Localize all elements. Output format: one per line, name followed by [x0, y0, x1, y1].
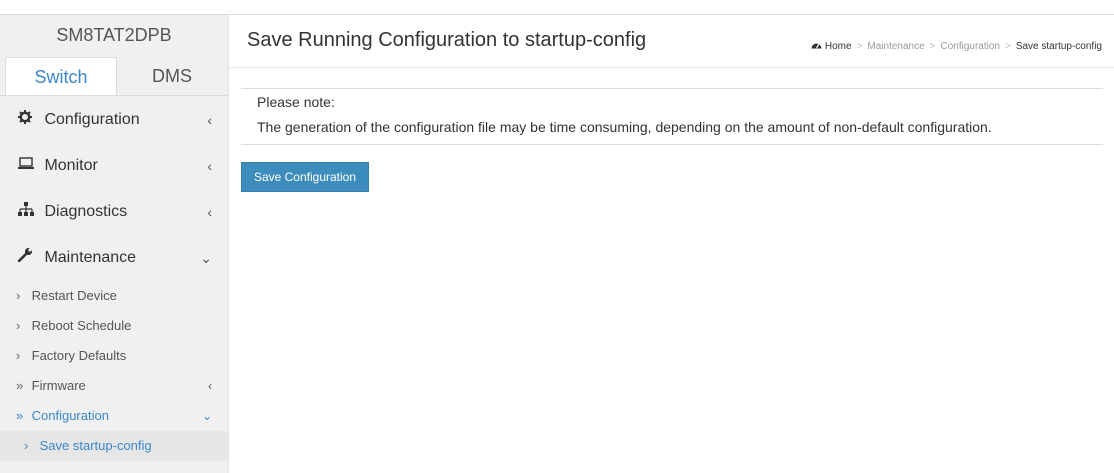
submenu-item-label: Firmware	[31, 378, 86, 393]
save-configuration-button[interactable]: Save Configuration	[241, 162, 369, 192]
submenu-item-reboot-schedule[interactable]: › Reboot Schedule	[0, 311, 228, 341]
gear-icon	[18, 97, 34, 143]
chevron-right-icon: ›	[16, 348, 21, 363]
sidebar-item-diagnostics[interactable]: Diagnostics ‹	[0, 189, 228, 235]
double-chevron-right-icon: »	[16, 378, 24, 393]
breadcrumb-maintenance[interactable]: Maintenance	[867, 41, 924, 52]
note-heading: Please note:	[257, 94, 335, 110]
breadcrumb-configuration[interactable]: Configuration	[941, 41, 1000, 52]
page-title: Save Running Configuration to startup-co…	[247, 29, 647, 51]
chevron-down-icon: ⌄	[200, 250, 212, 266]
breadcrumb-current: Save startup-config	[1015, 41, 1102, 52]
sidebar-menu: Configuration ‹ Monitor ‹ Diagnostics ‹ …	[0, 97, 228, 461]
wrench-icon	[17, 235, 34, 281]
main-content: Save Running Configuration to startup-co…	[229, 15, 1114, 473]
breadcrumb-separator: >	[929, 41, 936, 52]
chevron-down-icon: ⌄	[201, 409, 212, 423]
sidebar-item-label: Maintenance	[44, 249, 137, 267]
laptop-icon	[18, 143, 34, 189]
breadcrumb-home[interactable]: Home	[825, 41, 852, 52]
device-name: SM8TAT2DPB	[56, 25, 172, 45]
submenu-item-label: Reboot Schedule	[31, 318, 132, 333]
submenu-item-factory-defaults[interactable]: › Factory Defaults	[0, 341, 228, 371]
double-chevron-right-icon: »	[16, 408, 24, 423]
sidebar-item-label: Diagnostics	[44, 203, 128, 221]
chevron-left-icon: ‹	[207, 204, 212, 220]
tab-dms[interactable]: DMS	[118, 57, 226, 95]
breadcrumb-separator: >	[856, 41, 863, 52]
note-panel: Please note: The generation of the confi…	[241, 88, 1103, 145]
note-text: The generation of the configuration file…	[257, 119, 992, 135]
breadcrumb-separator: >	[1004, 41, 1011, 52]
sidebar-item-monitor[interactable]: Monitor ‹	[0, 143, 228, 189]
submenu-item-label: Factory Defaults	[31, 348, 127, 363]
sitemap-icon	[18, 189, 34, 235]
submenu-item-label: Save startup-config	[39, 438, 152, 453]
sidebar-item-configuration[interactable]: Configuration ‹	[0, 97, 228, 143]
sidebar-tabs: Switch DMS	[0, 57, 228, 96]
sidebar-item-label: Monitor	[44, 157, 98, 175]
tabs-divider	[0, 95, 228, 96]
submenu-item-save-startup-config[interactable]: › Save startup-config	[0, 431, 228, 461]
chevron-right-icon: ›	[16, 288, 21, 303]
chevron-left-icon: ‹	[207, 158, 212, 174]
sidebar: SM8TAT2DPB Switch DMS Configuration ‹ Mo…	[0, 15, 229, 473]
dashboard-icon	[811, 41, 825, 52]
submenu-item-firmware[interactable]: » Firmware ‹	[0, 371, 228, 401]
chevron-right-icon: ›	[16, 318, 21, 333]
chevron-left-icon: ‹	[207, 112, 212, 128]
breadcrumb: Home > Maintenance > Configuration > Save star…	[811, 40, 1102, 52]
chevron-left-icon: ‹	[208, 379, 212, 393]
top-bar	[0, 0, 1114, 15]
chevron-right-icon: ›	[24, 438, 29, 453]
submenu-item-label: Configuration	[31, 408, 109, 423]
submenu-item-configuration[interactable]: » Configuration ⌄	[0, 401, 228, 431]
submenu-item-restart-device[interactable]: › Restart Device	[0, 281, 228, 311]
submenu-item-label: Restart Device	[31, 288, 117, 303]
sidebar-item-label: Configuration	[44, 111, 140, 129]
content-header: Save Running Configuration to startup-co…	[229, 15, 1114, 68]
sidebar-item-maintenance[interactable]: Maintenance ⌄	[0, 235, 228, 281]
tab-switch[interactable]: Switch	[5, 57, 117, 96]
